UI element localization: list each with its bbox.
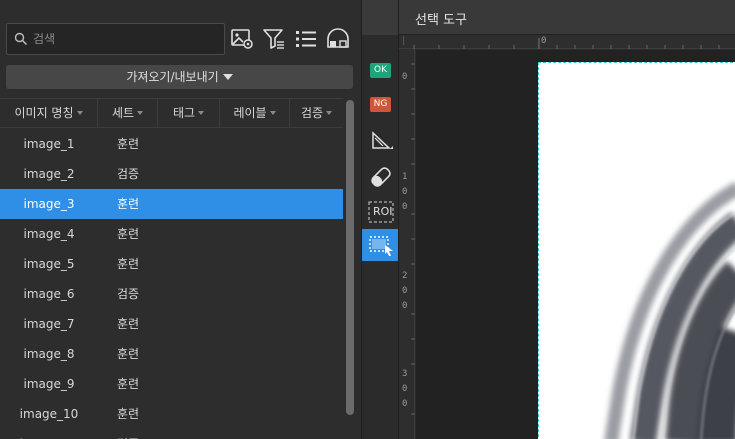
left-ruler-ticks [411, 63, 415, 415]
table-row[interactable]: image_6 검증 [0, 279, 343, 309]
table-row[interactable]: image_11검증 [0, 429, 343, 439]
image-name-cell: image_2 [23, 167, 75, 181]
set-cell: 훈련 [116, 137, 140, 151]
search-input[interactable] [33, 29, 218, 49]
top-ruler-ticks [413, 38, 720, 49]
polygon-icon [372, 131, 393, 149]
set-cell: 검증 [116, 287, 140, 301]
set-cell: 훈련 [116, 377, 140, 391]
table-row[interactable]: image_10 훈련 [0, 399, 343, 429]
image-filter-icon[interactable] [230, 27, 254, 51]
canvas-panel: 선택 도구 | 0 0 1 0 0 2 0 0 3 0 0 [398, 0, 735, 439]
ok-badge: OK [370, 63, 391, 78]
import-export-label: 가져오기/내보내기 [126, 70, 219, 84]
sort-icon [326, 111, 333, 115]
filter-icon[interactable] [262, 27, 286, 51]
image-name-cell: image_4 [23, 227, 75, 241]
column-header-tag[interactable]: 태그 [158, 99, 220, 127]
canvas-workspace[interactable] [416, 50, 735, 439]
image-name-cell: image_9 [23, 377, 75, 391]
column-header-validation[interactable]: 검증 [290, 99, 343, 127]
sort-icon [269, 111, 276, 115]
set-cell: 훈련 [116, 257, 140, 271]
set-cell: 훈련 [116, 347, 140, 361]
table-row[interactable]: image_8 훈련 [0, 339, 343, 369]
sort-icon [137, 111, 144, 115]
set-cell: 훈련 [116, 227, 140, 241]
image-table-body: image_1 훈련 image_2 검증 image_3 훈련 image_4 훈련 … [0, 129, 343, 439]
set-cell: 훈련 [116, 197, 140, 211]
image-name-cell: image_8 [23, 347, 75, 361]
set-cell: 훈련 [116, 407, 140, 421]
canvas-title: 선택 도구 [415, 13, 467, 28]
image-name-cell: image_1 [23, 137, 75, 151]
image-name-cell: image_11 [0, 429, 98, 439]
table-row[interactable]: image_4 훈련 [0, 219, 343, 249]
table-row[interactable]: image_9 훈련 [0, 369, 343, 399]
sort-icon [76, 111, 83, 115]
image-name-cell: image_6 [23, 287, 75, 301]
left-ruler: 0 1 0 0 2 0 0 3 0 0 [399, 49, 415, 439]
ng-label-tool[interactable]: NG [362, 90, 399, 122]
inspection-image[interactable] [538, 62, 735, 439]
select-tool[interactable] [362, 229, 399, 261]
table-row[interactable]: image_5 훈련 [0, 249, 343, 279]
panel-toggle-icon[interactable] [326, 27, 350, 51]
select-tool-icon [369, 236, 393, 256]
table-row[interactable]: image_1 훈련 [0, 129, 343, 159]
column-header-label[interactable]: 레이블 [220, 99, 290, 127]
ng-badge: NG [370, 97, 391, 112]
image-name-cell: image_3 [23, 197, 75, 211]
tool-strip: OK NG ROI [361, 0, 399, 439]
image-list-panel: 가져오기/내보내기 이미지 명칭 세트 태그 레이블 검증 image_1훈련 … [0, 0, 361, 439]
eraser-icon [371, 167, 391, 187]
table-row-selected[interactable]: image_3 훈련 [0, 189, 343, 219]
roi-tool[interactable]: ROI [362, 197, 399, 229]
table-row[interactable]: image_2 검증 [0, 159, 343, 189]
image-name-cell: image_10 [19, 407, 79, 421]
canvas-title-bar: 선택 도구 [399, 0, 735, 35]
eraser-tool[interactable] [362, 162, 399, 194]
ok-label-tool[interactable]: OK [362, 58, 399, 90]
image-name-cell: image_5 [23, 257, 75, 271]
inspection-image-render [539, 63, 735, 439]
caret-down-icon [222, 74, 233, 80]
search-box[interactable] [6, 23, 225, 55]
roi-label: ROI [373, 205, 393, 218]
list-view-icon[interactable] [294, 27, 318, 51]
polygon-tool[interactable] [362, 126, 399, 158]
table-header: 이미지 명칭 세트 태그 레이블 검증 [0, 98, 343, 128]
search-icon [14, 32, 28, 46]
table-row[interactable]: image_7 훈련 [0, 309, 343, 339]
tool-strip-header [362, 0, 399, 35]
set-cell: 훈련 [116, 317, 140, 331]
column-header-image-name[interactable]: 이미지 명칭 [0, 99, 98, 127]
image-name-cell: image_7 [23, 317, 75, 331]
column-header-set[interactable]: 세트 [98, 99, 158, 127]
set-cell: 검증 [98, 429, 158, 439]
sort-icon [198, 111, 205, 115]
set-cell: 검증 [116, 167, 140, 181]
import-export-button[interactable]: 가져오기/내보내기 [6, 65, 353, 89]
top-ruler: | 0 [399, 35, 735, 49]
list-scrollbar[interactable] [346, 100, 354, 415]
